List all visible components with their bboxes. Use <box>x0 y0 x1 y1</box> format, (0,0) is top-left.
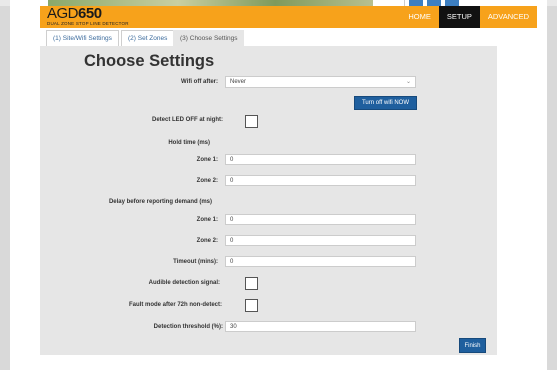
delay-label: Delay before reporting demand (ms) <box>108 199 212 205</box>
logo-light-text: AGD <box>47 5 79 22</box>
hold-zone1-label: Zone 1: <box>196 157 218 163</box>
hold-zone1-input[interactable]: 0 <box>225 154 416 165</box>
detect-led-label: Detect LED OFF at night: <box>152 117 223 123</box>
wifi-off-label: Wifi off after: <box>181 79 218 85</box>
right-gutter <box>497 46 537 355</box>
app-header: AGD650 DUAL ZONE STOP LINE DETECTOR HOME… <box>40 6 537 28</box>
fault-mode-checkbox[interactable] <box>245 299 258 312</box>
threshold-label: Detection threshold (%): <box>153 324 223 330</box>
hold-zone2-label: Zone 2: <box>196 178 218 184</box>
tab-choose-settings[interactable]: (3) Choose Settings <box>173 30 245 46</box>
logo-subtitle: DUAL ZONE STOP LINE DETECTOR <box>47 21 129 26</box>
timeout-label: Timeout (mins): <box>173 259 218 265</box>
nav-home[interactable]: HOME <box>400 6 439 28</box>
page-footer <box>40 355 537 370</box>
hold-time-label: Hold time (ms) <box>168 140 210 146</box>
audible-label: Audible detection signal: <box>148 280 220 286</box>
delay-zone1-label: Zone 1: <box>196 217 218 223</box>
threshold-input[interactable]: 30 <box>225 321 416 332</box>
logo-bold-text: 650 <box>78 5 102 22</box>
tab-set-zones[interactable]: (2) Set Zones <box>121 30 175 46</box>
fault-mode-label: Fault mode after 72h non-detect: <box>128 302 222 308</box>
wifi-off-select[interactable]: Never ⌄ <box>225 76 416 88</box>
logo: AGD650 <box>47 6 102 22</box>
settings-panel: Choose Settings Wifi off after: Never ⌄ … <box>40 46 497 355</box>
page-title: Choose Settings <box>84 52 215 70</box>
timeout-input[interactable]: 0 <box>225 256 416 267</box>
delay-zone2-label: Zone 2: <box>196 238 218 244</box>
turn-off-wifi-button[interactable]: Turn off wifi NOW <box>354 96 417 110</box>
finish-button[interactable]: Finish <box>459 338 486 353</box>
tab-site-wifi-settings[interactable]: (1) Site/Wifi Settings <box>46 30 119 46</box>
nav-advanced[interactable]: ADVANCED <box>480 6 537 28</box>
setup-tab-bar: (1) Site/Wifi Settings (2) Set Zones (3)… <box>40 28 537 46</box>
delay-zone2-input[interactable]: 0 <box>225 235 416 246</box>
detect-led-checkbox[interactable] <box>245 115 258 128</box>
audible-checkbox[interactable] <box>245 277 258 290</box>
chevron-down-icon: ⌄ <box>405 79 411 85</box>
main-nav: HOME SETUP ADVANCED <box>400 6 537 28</box>
wifi-off-value: Never <box>230 79 247 85</box>
delay-zone1-input[interactable]: 0 <box>225 214 416 225</box>
hold-zone2-input[interactable]: 0 <box>225 175 416 186</box>
nav-setup[interactable]: SETUP <box>438 6 480 28</box>
